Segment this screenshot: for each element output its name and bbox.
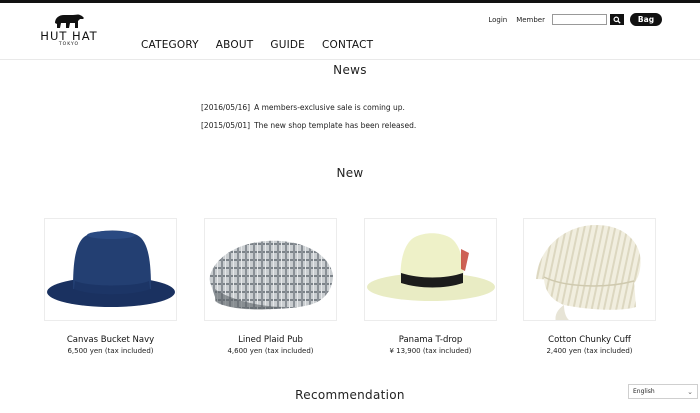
product-price: 6,500 yen (tax included) [67, 347, 154, 355]
news-item[interactable]: [2015/05/01] The new shop template has be… [201, 121, 416, 130]
product-card[interactable]: Lined Plaid Pub 4,600 yen (tax included) [204, 218, 337, 355]
site-header: HUT HAT TOKYO CATEGORY ABOUT GUIDE CONTA… [0, 3, 700, 60]
chevron-down-icon: ⌄ [687, 387, 693, 396]
login-link[interactable]: Login [488, 16, 507, 24]
news-text: The new shop template has been released. [254, 121, 417, 130]
product-name[interactable]: Cotton Chunky Cuff [523, 335, 656, 345]
product-price: 4,600 yen (tax included) [227, 347, 314, 355]
knit-beanie-image [536, 225, 641, 320]
utility-bar: Login Member Bag [488, 13, 662, 26]
news-title: News [333, 63, 367, 77]
product-price: ¥ 13,900 (tax included) [389, 347, 472, 355]
search-button[interactable] [610, 14, 624, 25]
product-image[interactable] [364, 218, 497, 321]
news-date: [2016/05/16] [201, 103, 251, 112]
news-date: [2015/05/01] [201, 121, 251, 130]
search-icon [613, 15, 621, 24]
product-image[interactable] [44, 218, 177, 321]
nav-guide[interactable]: GUIDE [270, 39, 305, 51]
nav-contact[interactable]: CONTACT [322, 39, 373, 51]
product-image[interactable] [204, 218, 337, 321]
product-image[interactable] [523, 218, 656, 321]
nav-category[interactable]: CATEGORY [141, 39, 199, 51]
product-grid: Canvas Bucket Navy 6,500 yen (tax includ… [44, 218, 656, 358]
member-link[interactable]: Member [516, 16, 545, 24]
product-card[interactable]: Cotton Chunky Cuff 2,400 yen (tax includ… [523, 218, 656, 355]
language-selected: English [633, 388, 655, 395]
new-title: New [336, 166, 364, 180]
plaid-cap-image [209, 240, 333, 310]
panama-hat-image [367, 233, 495, 301]
nav-about[interactable]: ABOUT [216, 39, 254, 51]
news-text: A members-exclusive sale is coming up. [254, 103, 405, 112]
recommendation-title: Recommendation [295, 388, 405, 402]
product-name[interactable]: Lined Plaid Pub [204, 335, 337, 345]
bucket-hat-image [47, 230, 175, 307]
search-input[interactable] [552, 14, 607, 25]
bear-icon [55, 14, 84, 28]
bag-button[interactable]: Bag [630, 13, 662, 26]
product-name[interactable]: Panama T-drop [364, 335, 497, 345]
main-nav: CATEGORY ABOUT GUIDE CONTACT [141, 39, 373, 51]
news-list: [2016/05/16] A members-exclusive sale is … [201, 103, 416, 139]
brand-logo[interactable]: HUT HAT TOKYO [38, 11, 100, 55]
product-price: 2,400 yen (tax included) [546, 347, 633, 355]
news-item[interactable]: [2016/05/16] A members-exclusive sale is … [201, 103, 416, 112]
product-name[interactable]: Canvas Bucket Navy [44, 335, 177, 345]
product-card[interactable]: Canvas Bucket Navy 6,500 yen (tax includ… [44, 218, 177, 355]
brand-name: HUT HAT [40, 29, 98, 43]
language-select[interactable]: English ⌄ [628, 384, 698, 399]
product-card[interactable]: Panama T-drop ¥ 13,900 (tax included) [364, 218, 497, 355]
